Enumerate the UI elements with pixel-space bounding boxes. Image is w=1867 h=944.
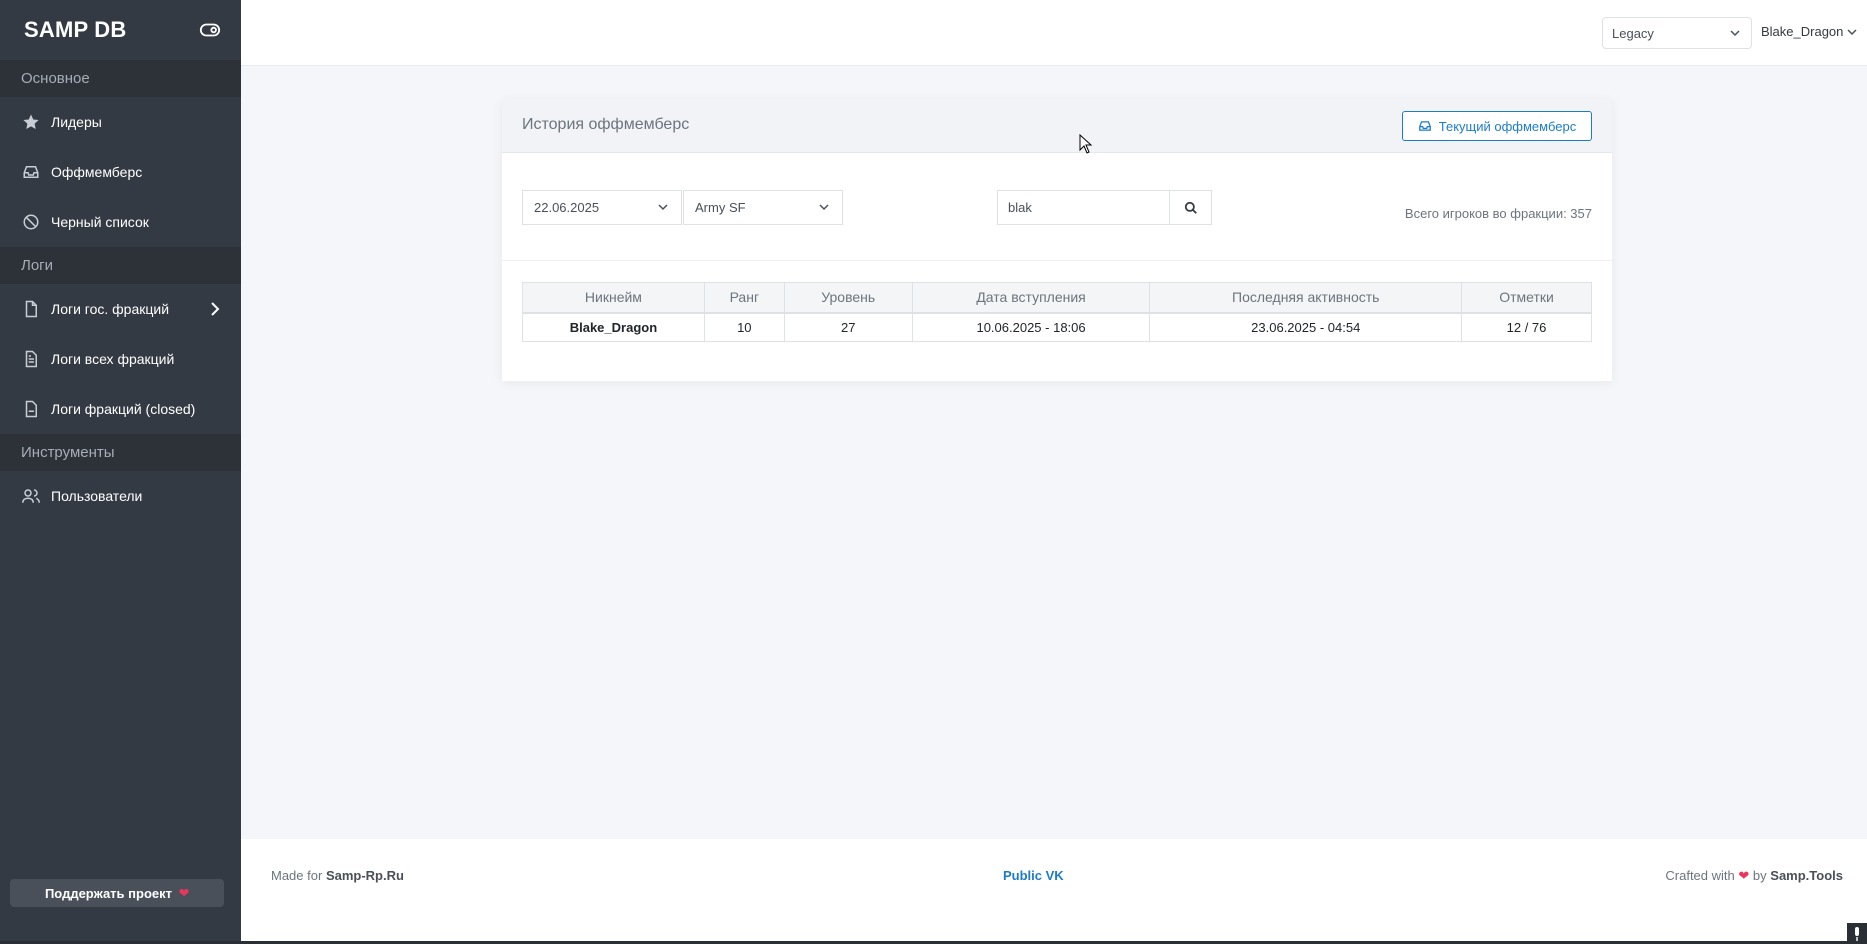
search-input[interactable] <box>998 191 1170 224</box>
offmembers-table: Никнейм Ранг Уровень Дата вступления Пос… <box>522 282 1592 342</box>
search-icon <box>1184 201 1197 214</box>
sidebar-item-closed-logs[interactable]: Логи фракций (closed) <box>0 384 241 434</box>
card-header: История оффмемберс Текущий оффмемберс <box>502 99 1612 153</box>
file-text-icon <box>21 349 41 369</box>
search-box <box>997 190 1212 225</box>
footer-crafted-site[interactable]: Samp.Tools <box>1770 868 1843 883</box>
server-select-value: Legacy <box>1612 25 1654 41</box>
footer-crafted-prefix: Crafted with <box>1665 868 1735 883</box>
star-icon <box>21 112 41 132</box>
cell-nick: Blake_Dragon <box>522 312 705 342</box>
chevron-down-icon <box>1847 28 1857 35</box>
ban-icon <box>21 212 41 232</box>
column-header-level[interactable]: Уровень <box>783 282 913 314</box>
sidebar-item-label: Логи всех фракций <box>51 351 175 367</box>
inbox-icon <box>1418 119 1432 133</box>
nav-section-main: Основное <box>0 60 241 97</box>
sidebar-item-all-logs[interactable]: Логи всех фракций <box>0 334 241 384</box>
chevron-right-icon <box>211 302 220 316</box>
support-label: Поддержать проект <box>44 885 172 901</box>
microphone-icon[interactable] <box>1847 923 1867 944</box>
nav-section-logs: Логи <box>0 247 241 284</box>
footer: Made for Samp-Rp.Ru Public VK Crafted wi… <box>241 839 1867 941</box>
heart-icon: ❤ <box>1738 868 1750 883</box>
sidebar-item-label: Черный список <box>51 214 149 230</box>
date-select-value: 22.06.2025 <box>534 200 600 215</box>
current-offmembers-label: Текущий оффмемберс <box>1438 118 1577 134</box>
sidebar: SAMP DB Основное Лидеры Оффмемберс Черны… <box>0 0 241 944</box>
user-menu[interactable]: Blake_Dragon <box>1761 24 1858 39</box>
sidebar-item-label: Оффмемберс <box>51 164 143 180</box>
footer-made-site[interactable]: Samp-Rp.Ru <box>326 868 404 883</box>
users-icon <box>21 486 41 506</box>
footer-made-for: Made for Samp-Rp.Ru <box>271 868 404 883</box>
chevron-down-icon <box>819 204 829 211</box>
sidebar-item-users[interactable]: Пользователи <box>0 471 241 521</box>
chevron-down-icon <box>658 204 668 211</box>
faction-select[interactable]: Army SF <box>683 190 843 225</box>
cell-marks: 12 / 76 <box>1461 312 1592 342</box>
server-select[interactable]: Legacy <box>1602 17 1752 49</box>
table-row[interactable]: Blake_Dragon 10 27 10.06.2025 - 18:06 23… <box>522 312 1592 342</box>
sidebar-item-label: Лидеры <box>51 114 102 130</box>
file-icon <box>21 299 41 319</box>
current-offmembers-button[interactable]: Текущий оффмемберс <box>1402 111 1592 141</box>
sidebar-item-blacklist[interactable]: Черный список <box>0 197 241 247</box>
column-header-marks[interactable]: Отметки <box>1461 282 1592 314</box>
column-header-rank[interactable]: Ранг <box>703 282 785 314</box>
cell-level: 27 <box>783 312 913 342</box>
footer-made-prefix: Made for <box>271 868 323 883</box>
search-button[interactable] <box>1170 191 1211 224</box>
sidebar-item-label: Логи гос. фракций <box>51 301 170 317</box>
sidebar-item-label: Логи фракций (closed) <box>51 401 196 417</box>
table-header-row: Никнейм Ранг Уровень Дата вступления Пос… <box>522 282 1592 314</box>
footer-crafted-by: by <box>1752 868 1767 883</box>
card-title: История оффмемберс <box>522 116 690 133</box>
sidebar-item-label: Пользователи <box>51 488 143 504</box>
column-header-nick[interactable]: Никнейм <box>522 282 705 314</box>
mouse-cursor-icon <box>1079 134 1093 154</box>
column-header-last-activity[interactable]: Последняя активность <box>1149 282 1463 314</box>
nav-section-tools: Инструменты <box>0 434 241 471</box>
offmembers-history-card: История оффмемберс Текущий оффмемберс 22… <box>502 99 1612 381</box>
support-project-button[interactable]: Поддержать проект ❤ <box>10 879 224 907</box>
column-header-joined[interactable]: Дата вступления <box>911 282 1151 314</box>
divider <box>502 260 1612 261</box>
chevron-down-icon <box>1730 30 1740 37</box>
brand-title[interactable]: SAMP DB <box>24 17 126 43</box>
footer-public-vk-link[interactable]: Public VK <box>1003 868 1064 883</box>
sidebar-item-offmembers[interactable]: Оффмемберс <box>0 147 241 197</box>
filters-row: 22.06.2025 Army SF Всего игроков во фрак… <box>522 190 1592 226</box>
sidebar-item-gov-logs[interactable]: Логи гос. фракций <box>0 284 241 334</box>
inbox-icon <box>21 162 41 182</box>
toggle-icon[interactable] <box>199 19 221 41</box>
cell-rank: 10 <box>703 312 785 342</box>
sidebar-item-leaders[interactable]: Лидеры <box>0 97 241 147</box>
file-minus-icon <box>21 399 41 419</box>
user-name: Blake_Dragon <box>1761 24 1844 39</box>
topbar: Legacy Blake_Dragon <box>241 0 1867 66</box>
heart-icon: ❤ <box>178 886 190 900</box>
brand-bar: SAMP DB <box>0 0 241 60</box>
date-select[interactable]: 22.06.2025 <box>522 190 682 225</box>
cell-joined: 10.06.2025 - 18:06 <box>911 312 1151 342</box>
faction-select-value: Army SF <box>695 200 746 215</box>
cell-last-activity: 23.06.2025 - 04:54 <box>1149 312 1463 342</box>
footer-crafted: Crafted with ❤ by Samp.Tools <box>1665 868 1843 884</box>
total-players: Всего игроков во фракции: 357 <box>1404 206 1592 221</box>
